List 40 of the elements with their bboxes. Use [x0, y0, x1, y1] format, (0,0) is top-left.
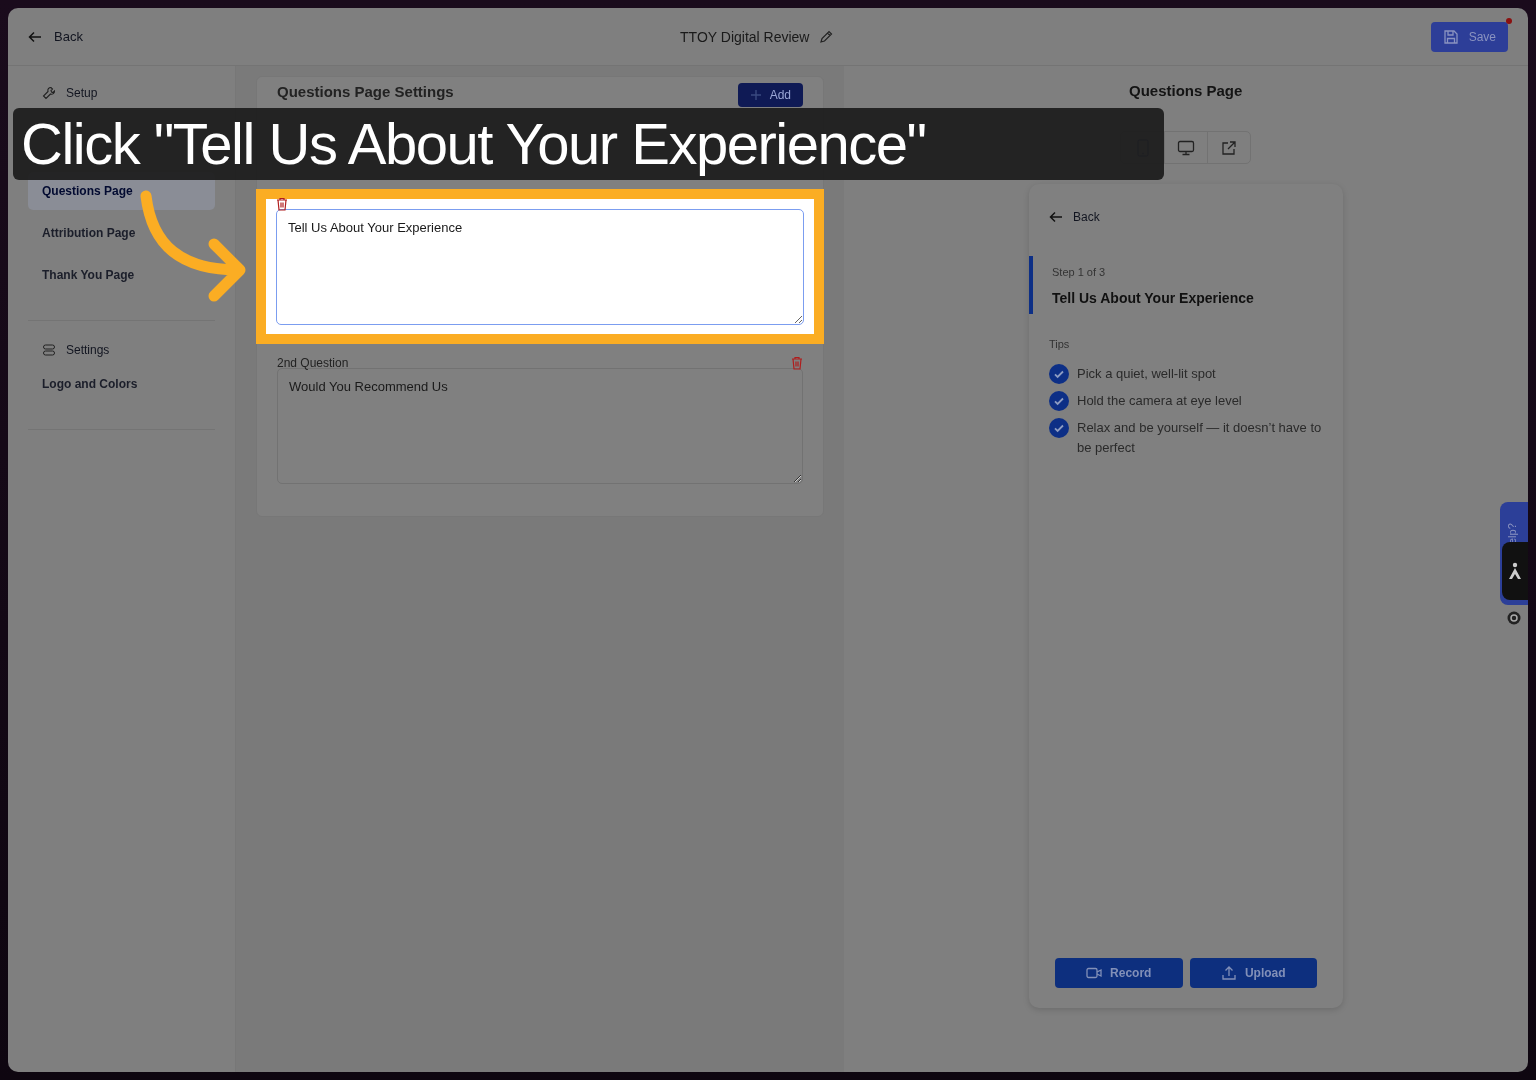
sidebar-item[interactable]: Thank You Page — [28, 256, 215, 294]
video-camera-icon — [1086, 967, 1103, 979]
back-arrow-icon — [1049, 210, 1063, 224]
sliders-icon — [42, 343, 56, 357]
trash-icon[interactable] — [276, 197, 288, 211]
question-label: 2nd Question — [277, 356, 349, 370]
upload-icon — [1220, 965, 1237, 981]
tutorial-tooltip: Click "Tell Us About Your Experience" — [13, 108, 1164, 180]
section-heading: Setup — [28, 82, 215, 104]
tip-text: Hold the camera at eye level — [1077, 392, 1242, 410]
project-title: TTOY Digital Review — [680, 28, 810, 45]
back-button[interactable]: Back — [28, 29, 83, 44]
step-counter: Step 1 of 3 — [1052, 266, 1107, 278]
check-circle-icon — [1049, 364, 1069, 384]
section-heading: Settings — [28, 339, 215, 361]
external-link-icon — [1221, 139, 1237, 156]
upload-button[interactable]: Upload — [1189, 958, 1317, 988]
tips-heading: Tips — [1049, 338, 1071, 350]
back-arrow-icon — [28, 29, 42, 44]
tip-text: Pick a quiet, well-lit spot — [1077, 365, 1216, 383]
figure-icon — [1508, 562, 1522, 580]
record-button[interactable]: Record — [1055, 958, 1183, 988]
settings-icon[interactable] — [1507, 611, 1521, 625]
monitor-icon — [1177, 139, 1195, 156]
check-circle-icon — [1049, 391, 1069, 411]
preview-title: Questions Page — [1129, 82, 1243, 99]
add-button[interactable]: Add — [737, 83, 803, 107]
tip-text: Relax and be yourself — it doesn’t have to be perfect — [1077, 419, 1323, 457]
question-title: Tell Us About Your Experience — [1052, 290, 1255, 306]
card-title: Questions Page Settings — [277, 83, 454, 100]
question-input[interactable]: Tell Us About Your Experience — [276, 209, 804, 325]
save-button[interactable]: Save — [1430, 21, 1508, 52]
plus-icon — [749, 89, 762, 101]
check-circle-icon — [1049, 418, 1069, 438]
back-button[interactable]: Back — [1029, 210, 1120, 224]
pencil-icon[interactable] — [819, 29, 834, 44]
wrench-icon — [42, 86, 56, 100]
help-widget-button[interactable] — [1502, 542, 1528, 600]
sidebar-item[interactable]: Logo and Colors — [28, 365, 215, 403]
sidebar-item[interactable]: Attribution Page — [28, 214, 215, 252]
